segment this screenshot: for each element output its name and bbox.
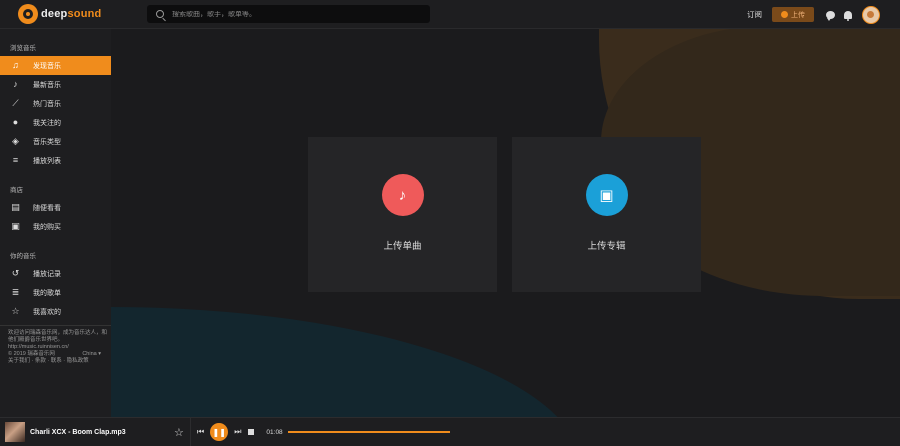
brand-name: deepsound xyxy=(41,8,101,20)
background-blob-teal xyxy=(111,307,581,417)
sidebar-item-label: 音乐类型 xyxy=(33,138,61,146)
footer-url[interactable]: http://music.ruinnisen.cn/ xyxy=(8,344,111,351)
star-outline-icon: ☆ xyxy=(11,306,20,316)
previous-track-icon[interactable]: ⏮ xyxy=(197,427,204,437)
brand-name-part1: deep xyxy=(41,8,68,20)
music-note-icon: ♪ xyxy=(381,174,424,216)
footer-copyright-row: © 2019 瑞森音乐网 China ▾ xyxy=(8,351,111,358)
brand-logo[interactable]: deepsound xyxy=(18,4,129,24)
sidebar-nav: 浏览音乐 ♫ 发现音乐 ♪ 最新音乐 ⟋ 热门音乐 ● 我关注的 ◈ 音乐类型 ≡ 播放列表商店 ▤ 随便看… xyxy=(0,42,111,321)
sidebar-item-label: 我的歌单 xyxy=(33,289,61,297)
sidebar-item-label: 热门音乐 xyxy=(33,100,61,108)
footer-intro: 欢迎访问瑞森音乐网，成为音乐达人，和他们殿爵音乐世界吧。 xyxy=(8,330,108,343)
sidebar-item[interactable]: ◈ 音乐类型 xyxy=(0,132,111,151)
sidebar-section-title: 商店 xyxy=(10,187,23,194)
sidebar-item[interactable]: ⟋ 热门音乐 xyxy=(0,94,111,113)
upload-single-card[interactable]: ♪ 上传单曲 xyxy=(308,137,497,292)
store-icon: ▤ xyxy=(11,202,20,212)
upload-icon xyxy=(781,11,788,18)
sidebar-item[interactable]: ☆ 我喜欢的 xyxy=(0,302,111,321)
subscribe-link[interactable]: 订阅 xyxy=(747,9,762,20)
single-note-icon: ♪ xyxy=(13,79,18,89)
sidebar-footer: 欢迎访问瑞森音乐网，成为音乐达人，和他们殿爵音乐世界吧。 http://musi… xyxy=(0,325,111,365)
brand-name-part2: sound xyxy=(67,8,102,20)
sidebar-item-label: 播放列表 xyxy=(33,157,61,165)
sidebar-item[interactable]: ↺ 播放记录 xyxy=(0,264,111,283)
sidebar-item[interactable]: ▣ 我的购买 xyxy=(0,217,111,236)
upload-single-label: 上传单曲 xyxy=(383,241,422,252)
sidebar-item[interactable]: ▤ 随便看看 xyxy=(0,198,111,217)
sidebar-item-label: 我的购买 xyxy=(33,223,61,231)
stop-icon[interactable] xyxy=(248,429,255,435)
drop-icon: ● xyxy=(12,117,19,127)
favorite-star-icon[interactable]: ☆ xyxy=(174,426,184,439)
sidebar-item-label: 我喜欢的 xyxy=(33,308,61,316)
user-avatar[interactable] xyxy=(862,5,880,24)
track-thumbnail[interactable] xyxy=(5,422,25,442)
trending-chart-icon: ⟋ xyxy=(12,98,19,108)
upload-button[interactable]: 上传 xyxy=(772,7,814,22)
upload-album-label: 上传专辑 xyxy=(587,241,626,252)
header-actions: 订阅 上传 xyxy=(747,0,900,29)
layers-icon: ◈ xyxy=(12,136,19,146)
player-divider xyxy=(190,417,191,446)
music-player: Charli XCX - Boom Clap.mp3 ☆ ⏮ ❚❚ ⏭ 01:0… xyxy=(0,417,900,446)
sidebar-item-label: 最新音乐 xyxy=(33,81,61,89)
track-title: Charli XCX - Boom Clap.mp3 xyxy=(30,428,126,436)
bell-icon[interactable] xyxy=(844,10,852,21)
sidebar-item-label: 播放记录 xyxy=(33,270,61,278)
top-header: deepsound 订阅 上传 xyxy=(0,0,900,29)
footer-copyright: © 2019 瑞森音乐网 xyxy=(8,351,55,357)
chat-icon[interactable] xyxy=(826,10,835,21)
history-icon: ↺ xyxy=(11,268,20,278)
search-icon xyxy=(156,10,164,18)
footer-links[interactable]: 关于我们 · 条款 · 联系 · 隐私政策 xyxy=(8,358,111,365)
sidebar-item-label: 我关注的 xyxy=(33,119,61,127)
sidebar-item[interactable]: ≣ 我的歌单 xyxy=(0,283,111,302)
progress-bar[interactable] xyxy=(287,431,450,433)
pause-button[interactable]: ❚❚ xyxy=(210,423,229,441)
sidebar-item-label: 发现音乐 xyxy=(33,62,61,70)
queue-icon: ≣ xyxy=(11,287,20,297)
region-selector[interactable]: China ▾ xyxy=(82,351,101,358)
sidebar-item[interactable]: ♪ 最新音乐 xyxy=(0,75,111,94)
upload-album-card[interactable]: ▣ 上传专辑 xyxy=(512,137,701,292)
sidebar-section-title: 浏览音乐 xyxy=(10,45,36,52)
music-note-icon: ♫ xyxy=(12,60,19,70)
album-icon: ▣ xyxy=(585,174,628,216)
playlist-icon: ≡ xyxy=(12,155,19,165)
sidebar: 浏览音乐 ♫ 发现音乐 ♪ 最新音乐 ⟋ 热门音乐 ● 我关注的 ◈ 音乐类型 ≡ 播放列表商店 ▤ 随便看… xyxy=(0,29,111,417)
search-bar[interactable] xyxy=(147,5,430,23)
search-input[interactable] xyxy=(172,10,412,18)
bag-icon: ▣ xyxy=(11,221,20,231)
sidebar-section-title: 你的音乐 xyxy=(10,253,36,260)
next-track-icon[interactable]: ⏭ xyxy=(234,427,241,437)
headphones-logo-icon xyxy=(18,4,38,24)
sidebar-item[interactable]: ≡ 播放列表 xyxy=(0,151,111,170)
current-time: 01:08 xyxy=(266,428,283,436)
pause-icon: ❚❚ xyxy=(212,427,226,437)
sidebar-item[interactable]: ● 我关注的 xyxy=(0,113,111,132)
main-content: ♪ 上传单曲 ▣ 上传专辑 xyxy=(111,29,900,417)
sidebar-item-label: 随便看看 xyxy=(33,204,61,212)
upload-button-label: 上传 xyxy=(791,11,805,19)
sidebar-item[interactable]: ♫ 发现音乐 xyxy=(0,56,111,75)
